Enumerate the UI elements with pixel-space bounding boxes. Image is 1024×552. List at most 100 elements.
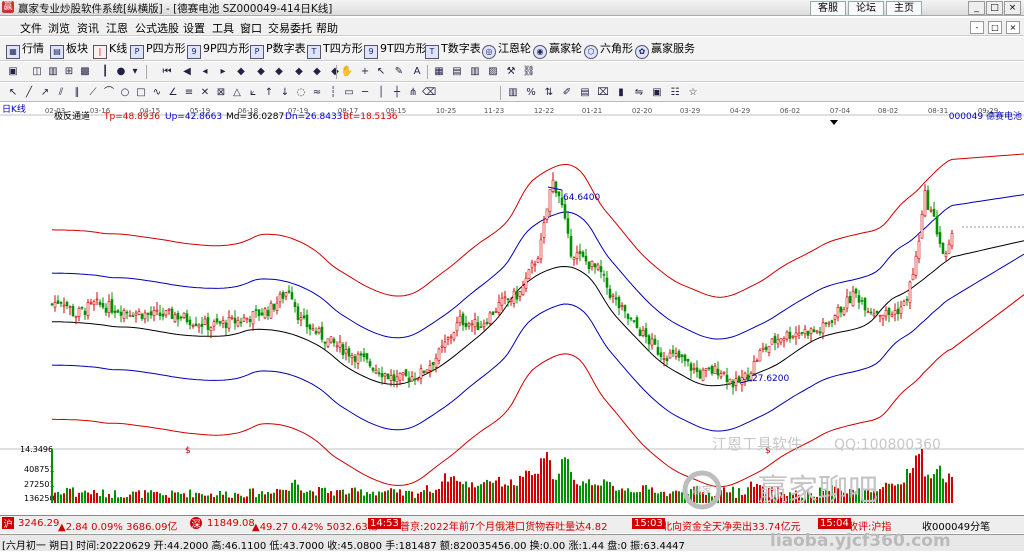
- menu-settings[interactable]: 设置: [183, 20, 205, 36]
- toolbar-kline-button[interactable]: | K线: [93, 41, 127, 59]
- sh-index-value[interactable]: 3246.29: [18, 518, 59, 529]
- circle-dropdown-icon[interactable]: ●: [114, 65, 128, 78]
- sort-icon[interactable]: ⇅: [542, 86, 556, 99]
- disconnect-icon[interactable]: ⚒: [504, 65, 518, 78]
- layout-icon[interactable]: ▣: [6, 65, 20, 78]
- star-icon[interactable]: ☆: [686, 86, 700, 99]
- vline-icon[interactable]: │: [374, 86, 388, 99]
- speed-icon[interactable]: ⟀: [246, 86, 260, 99]
- hline-icon[interactable]: ─: [358, 86, 372, 99]
- ruler-icon[interactable]: ▥: [506, 86, 520, 99]
- maximize-button[interactable]: □: [986, 1, 1003, 15]
- period-icon[interactable]: ◫: [30, 65, 44, 78]
- vol-icon[interactable]: ▮: [614, 86, 628, 99]
- fan-icon[interactable]: ⟋: [86, 86, 100, 99]
- wave-icon[interactable]: ≈: [310, 86, 324, 99]
- kline-chart[interactable]: 02-03 03-16 04-15 05-19 06-18 07-19 08-17 09-15…: [0, 103, 1024, 515]
- eraser-icon[interactable]: ⌧: [596, 86, 610, 99]
- database-icon[interactable]: ▨: [486, 65, 500, 78]
- menu-formula[interactable]: 公式选股: [135, 20, 179, 36]
- square-icon[interactable]: ⊠: [214, 86, 228, 99]
- arrow-cursor-icon[interactable]: ↖: [374, 65, 388, 78]
- arrow-down-icon[interactable]: ↓: [278, 86, 292, 99]
- toolbar-service-button[interactable]: ✿ 赢家服务: [635, 41, 695, 59]
- diamond-right-icon[interactable]: ◆: [292, 65, 306, 78]
- calendar-icon[interactable]: ▦: [432, 65, 446, 78]
- diamond-up-icon[interactable]: ◆: [234, 65, 248, 78]
- doc-restore-button[interactable]: □: [988, 21, 1002, 34]
- toolbar-t-square-button[interactable]: T T四方形: [307, 41, 363, 59]
- circle-tool-icon[interactable]: ○: [118, 86, 132, 99]
- percent-icon[interactable]: %: [524, 86, 538, 99]
- first-page-icon[interactable]: ⏮: [160, 65, 174, 78]
- text-tool-icon[interactable]: A: [410, 65, 424, 78]
- compare-icon[interactable]: ⇋: [632, 86, 646, 99]
- menu-file[interactable]: 文件: [20, 20, 42, 36]
- menu-help[interactable]: 帮助: [316, 20, 338, 36]
- candle-style-icon[interactable]: ┃: [98, 65, 112, 78]
- chevron-down-icon[interactable]: ▾: [128, 65, 142, 78]
- arc-icon[interactable]: ⌒: [102, 86, 116, 99]
- save-icon[interactable]: ▤: [450, 65, 464, 78]
- sz-index-value[interactable]: 11849.08: [207, 518, 255, 529]
- doc-minimize-button[interactable]: -: [970, 21, 984, 34]
- toolbar-p-square-button[interactable]: P P四方形: [130, 41, 186, 59]
- menu-trade[interactable]: 交易委托: [268, 20, 312, 36]
- ladder-icon[interactable]: ☷: [668, 86, 682, 99]
- rect-tool-icon[interactable]: □: [134, 86, 148, 99]
- pitchfork-icon[interactable]: ⋔: [406, 86, 420, 99]
- stats-icon[interactable]: ▤: [578, 86, 592, 99]
- toolbar-9t-square-button[interactable]: 9 9T四方形: [364, 41, 427, 59]
- menu-tools[interactable]: 工具: [212, 20, 234, 36]
- channel-icon[interactable]: ⫽: [54, 86, 68, 99]
- chart-type-icon[interactable]: ▥: [46, 65, 60, 78]
- link-kefu[interactable]: 客服: [810, 1, 846, 16]
- connect-icon[interactable]: ⛓: [522, 65, 536, 78]
- time-zone-icon[interactable]: ┆: [326, 86, 340, 99]
- toolbar-t-table-button[interactable]: T T数字表: [425, 41, 481, 59]
- link-luntan[interactable]: 论坛: [848, 1, 884, 16]
- zoom-in-icon[interactable]: ◆: [310, 65, 324, 78]
- pen-icon[interactable]: ✐: [560, 86, 574, 99]
- menu-news[interactable]: 资讯: [77, 20, 99, 36]
- ray-icon[interactable]: ↗: [38, 86, 52, 99]
- lock-icon[interactable]: ▣: [650, 86, 664, 99]
- menu-gann[interactable]: 江恩: [106, 20, 128, 36]
- doc-close-button[interactable]: ×: [1006, 21, 1020, 34]
- draw-tool-icon[interactable]: ✎: [392, 65, 406, 78]
- close-button[interactable]: ×: [1004, 1, 1021, 15]
- menu-window[interactable]: 窗口: [240, 20, 262, 36]
- toolbar-9p-square-button[interactable]: 9 9P四方形: [187, 41, 250, 59]
- delete-line-icon[interactable]: ⌫: [422, 86, 436, 99]
- toolbar-winner-wheel-button[interactable]: ◉ 赢家轮: [533, 41, 582, 59]
- back-icon[interactable]: ◂: [198, 65, 212, 78]
- weight-icon[interactable]: ▩: [78, 65, 92, 78]
- grid-toggle-icon[interactable]: ⊞: [62, 65, 76, 78]
- parallel-icon[interactable]: ∥: [70, 86, 84, 99]
- print-icon[interactable]: ▥: [468, 65, 482, 78]
- triangle-icon[interactable]: △: [230, 86, 244, 99]
- select-line-icon[interactable]: ↖: [6, 86, 20, 99]
- news-item-1[interactable]: 普京:2022年前7个月俄港口货物吞吐量达4.82: [400, 518, 607, 533]
- gann-line-icon[interactable]: ✕: [198, 86, 212, 99]
- segment-icon[interactable]: ╱: [22, 86, 36, 99]
- angle-icon[interactable]: ∠: [166, 86, 180, 99]
- arrow-up-icon[interactable]: ↑: [262, 86, 276, 99]
- hand-icon[interactable]: ✋: [340, 65, 354, 78]
- prev-icon[interactable]: ◀: [180, 65, 194, 78]
- toolbar-hexagon-button[interactable]: ⬡ 六角形: [584, 41, 633, 59]
- forward-icon[interactable]: ▸: [216, 65, 230, 78]
- cross-icon[interactable]: ┼: [390, 86, 404, 99]
- diamond-left-icon[interactable]: ◆: [272, 65, 286, 78]
- diamond-down-icon[interactable]: ◆: [254, 65, 268, 78]
- menu-browse[interactable]: 浏览: [48, 20, 70, 36]
- crosshair-icon[interactable]: +: [358, 65, 372, 78]
- cycle-icon[interactable]: ∿: [150, 86, 164, 99]
- box-icon[interactable]: ▭: [342, 86, 356, 99]
- link-zhuye[interactable]: 主页: [886, 1, 922, 16]
- fib-icon[interactable]: ≡: [182, 86, 196, 99]
- toolbar-gann-wheel-button[interactable]: ◎ 江恩轮: [482, 41, 531, 59]
- minimize-button[interactable]: _: [968, 1, 985, 15]
- toolbar-p-table-button[interactable]: P P数字表: [250, 41, 306, 59]
- spiral-icon[interactable]: ◌: [294, 86, 308, 99]
